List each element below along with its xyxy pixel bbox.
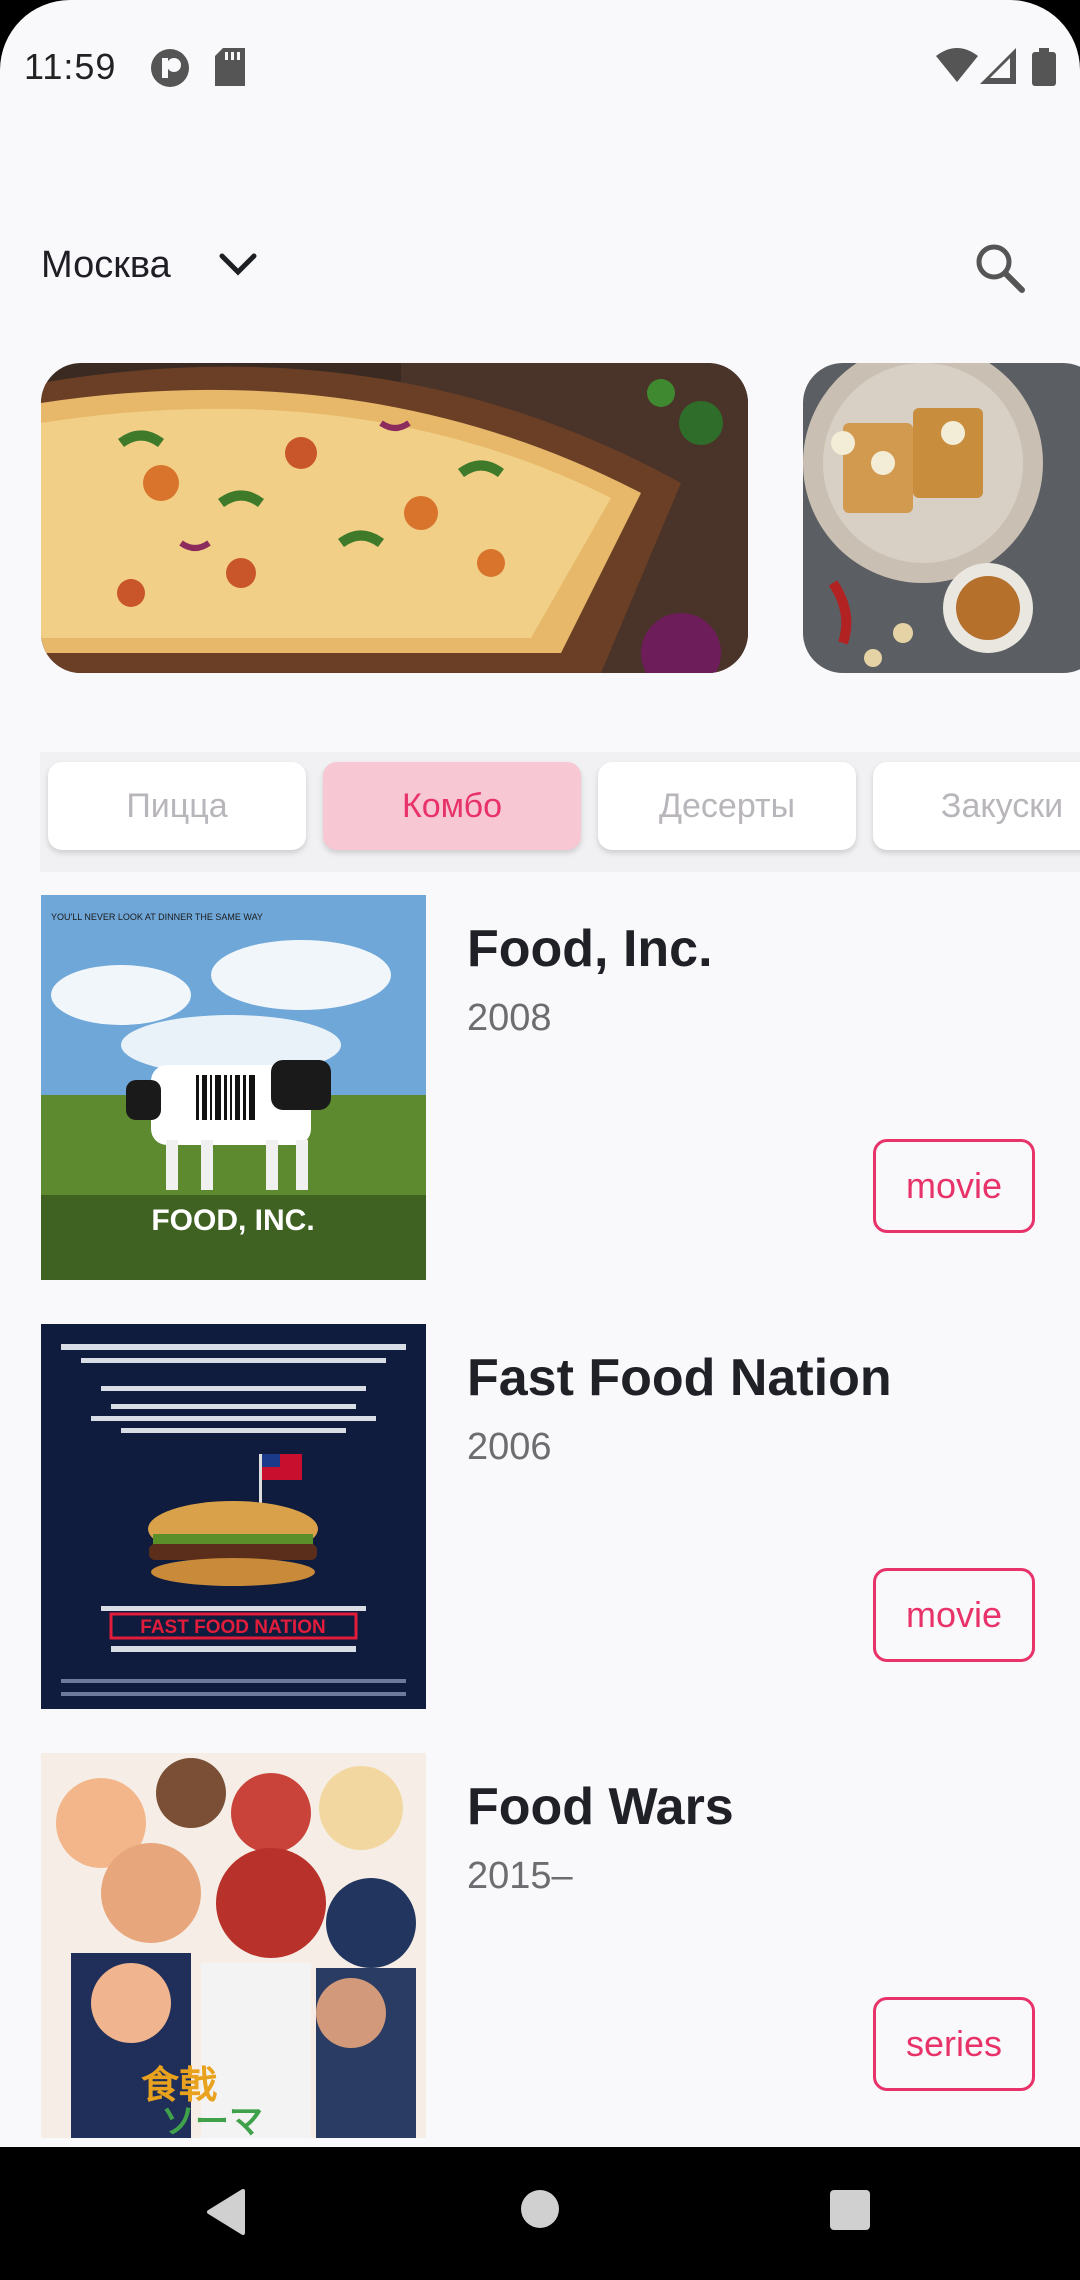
item-year: 2008 bbox=[467, 997, 552, 1039]
list-item[interactable]: YOU'LL NEVER LOOK AT DINNER THE SAME WAY… bbox=[0, 895, 1080, 1281]
recents-icon[interactable] bbox=[829, 2189, 871, 2231]
food-banner[interactable] bbox=[803, 363, 1080, 673]
poster-image: 食戟 ソーマ bbox=[41, 1753, 426, 2138]
item-year: 2015– bbox=[467, 1855, 573, 1897]
type-badge[interactable]: movie bbox=[873, 1568, 1035, 1662]
list-item[interactable]: 食戟 ソーマ Food Wars 2015– series bbox=[0, 1753, 1080, 2139]
back-icon[interactable] bbox=[205, 2189, 245, 2235]
poster-caption: FAST FOOD NATION bbox=[140, 1617, 325, 1638]
chevron-down-icon[interactable] bbox=[218, 250, 258, 280]
svg-text:YOU'LL NEVER LOOK AT DINNER TH: YOU'LL NEVER LOOK AT DINNER THE SAME WAY bbox=[51, 912, 263, 922]
type-badge[interactable]: movie bbox=[873, 1139, 1035, 1233]
status-time: 11:59 bbox=[24, 46, 117, 87]
poster-caption: FOOD, INC. bbox=[151, 1204, 314, 1237]
poster-image: YOU'LL NEVER LOOK AT DINNER THE SAME WAY… bbox=[41, 895, 426, 1280]
item-title: Fast Food Nation bbox=[467, 1349, 892, 1407]
food-image bbox=[803, 363, 1080, 673]
app-screen: 11:59 Москва Пицца Комбо Десерты Закуски… bbox=[0, 0, 1080, 2280]
battery-icon bbox=[1032, 48, 1056, 86]
city-selector[interactable]: Москва bbox=[41, 244, 171, 287]
pizza-banner[interactable] bbox=[41, 363, 748, 673]
notification-app-icon bbox=[151, 49, 189, 87]
category-tabs: Пицца Комбо Десерты Закуски bbox=[40, 752, 1080, 872]
item-title: Food Wars bbox=[467, 1778, 734, 1836]
wifi-icon bbox=[936, 48, 978, 82]
svg-text:ソーマ: ソーマ bbox=[161, 2102, 263, 2138]
system-navigation-bar bbox=[0, 2147, 1080, 2280]
search-icon[interactable] bbox=[972, 240, 1028, 296]
tab-snacks[interactable]: Закуски bbox=[873, 762, 1080, 850]
svg-text:食戟: 食戟 bbox=[141, 2063, 217, 2107]
tab-pizza[interactable]: Пицца bbox=[48, 762, 306, 850]
item-year: 2006 bbox=[467, 1426, 552, 1468]
item-title: Food, Inc. bbox=[467, 920, 713, 978]
tab-desserts[interactable]: Десерты bbox=[598, 762, 856, 850]
home-icon[interactable] bbox=[520, 2189, 560, 2229]
list-item[interactable]: FAST FOOD NATION Fast Food Nation 2006 m… bbox=[0, 1324, 1080, 1710]
poster-image: FAST FOOD NATION bbox=[41, 1324, 426, 1709]
status-bar: 11:59 bbox=[0, 0, 1080, 140]
pizza-image bbox=[41, 363, 748, 673]
type-badge[interactable]: series bbox=[873, 1997, 1035, 2091]
cellular-signal-icon bbox=[980, 48, 1016, 84]
sd-card-icon bbox=[215, 48, 245, 86]
tab-combo[interactable]: Комбо bbox=[323, 762, 581, 850]
